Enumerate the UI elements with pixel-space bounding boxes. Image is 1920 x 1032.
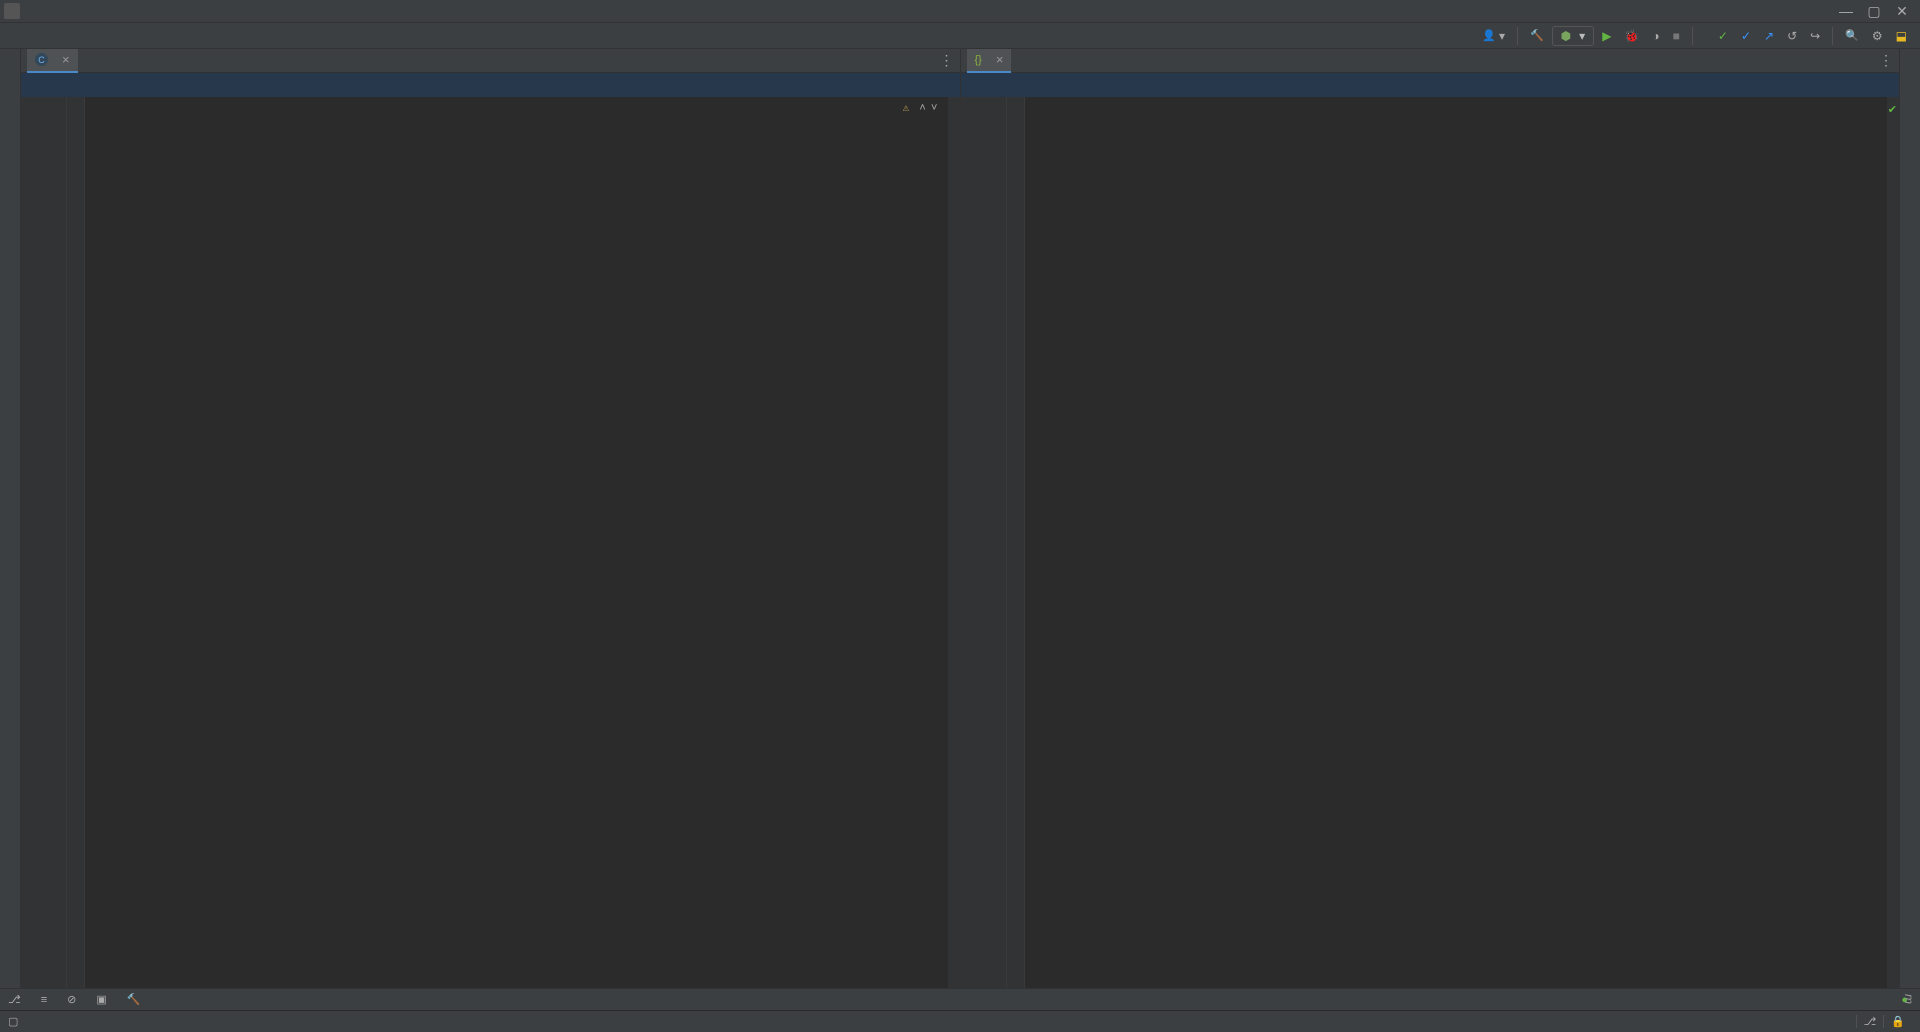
- coverage-button[interactable]: ◑: [1647, 27, 1664, 45]
- fold-gutter[interactable]: [67, 97, 85, 988]
- debug-button[interactable]: 🐞: [1619, 27, 1644, 45]
- json-file-icon: {}: [975, 54, 982, 66]
- left-tool-window-bar: [0, 49, 21, 988]
- app-logo-icon: [4, 3, 20, 19]
- tool-bookmarks[interactable]: [0, 972, 20, 988]
- tool-build[interactable]: 🔨: [127, 993, 145, 1006]
- avatar-menu-icon[interactable]: ▾: [1477, 27, 1510, 45]
- tool-pull-requests[interactable]: [0, 65, 20, 81]
- editor-pane-left: C × ⋮ ⚠ ˄: [21, 49, 961, 988]
- inspection-widget[interactable]: ⚠ ˄ ˅: [903, 101, 938, 118]
- code-area[interactable]: [1025, 97, 1888, 988]
- tab-close-icon[interactable]: ×: [996, 52, 1004, 67]
- git-update-icon[interactable]: ✓: [1713, 27, 1733, 45]
- bottom-tool-window-bar: ⎇ ≡ ⊘ ▣ 🔨 ●: [0, 988, 1920, 1010]
- error-stripe[interactable]: ✔: [1887, 97, 1899, 988]
- warning-icon: ⚠: [903, 101, 910, 118]
- safe-mode-banner: [21, 73, 960, 97]
- editor-tabs-right: {} × ⋮: [961, 49, 1900, 73]
- tab-testjson[interactable]: {} ×: [967, 49, 1012, 73]
- git-branch[interactable]: ⎇: [1856, 1015, 1884, 1028]
- editor-tabs-more-icon[interactable]: ⋮: [940, 52, 954, 69]
- next-highlight-icon[interactable]: ˅: [931, 101, 938, 118]
- java-class-icon: C: [35, 53, 48, 66]
- tool-problems[interactable]: ⊘: [67, 993, 80, 1006]
- settings-icon[interactable]: [1867, 27, 1888, 45]
- editor-tabs-more-icon[interactable]: ⋮: [1879, 52, 1893, 69]
- git-push-icon[interactable]: ↗: [1759, 27, 1779, 45]
- prev-highlight-icon[interactable]: ˄: [919, 101, 926, 118]
- line-number-gutter: [21, 97, 67, 988]
- error-stripe[interactable]: [948, 97, 960, 988]
- close-window-button[interactable]: ✕: [1888, 1, 1916, 21]
- git-label: [1700, 34, 1710, 38]
- git-rollback-icon[interactable]: ↪: [1805, 27, 1825, 45]
- run-config-selector[interactable]: ⬢ ▾: [1552, 26, 1595, 46]
- tool-git[interactable]: ⎇: [8, 993, 25, 1006]
- git-history-icon[interactable]: ↺: [1782, 27, 1802, 45]
- code-area[interactable]: ⚠ ˄ ˅: [85, 97, 948, 988]
- minimize-button[interactable]: —: [1832, 1, 1860, 21]
- tool-maven[interactable]: [1900, 49, 1904, 65]
- search-everywhere-icon[interactable]: [1840, 27, 1864, 44]
- tool-structure[interactable]: [0, 956, 20, 972]
- tool-terminal[interactable]: ▣: [96, 993, 110, 1006]
- no-problems-icon: ✔: [1888, 103, 1897, 116]
- fold-gutter[interactable]: [1007, 97, 1025, 988]
- git-commit-icon[interactable]: ✓: [1736, 27, 1756, 45]
- stop-button[interactable]: ■: [1668, 27, 1685, 45]
- code-editor[interactable]: ⚠ ˄ ˅: [21, 97, 960, 988]
- maximize-button[interactable]: ▢: [1860, 1, 1888, 21]
- run-button[interactable]: ▶: [1597, 27, 1616, 45]
- lock-icon[interactable]: 🔒: [1883, 1015, 1912, 1028]
- navigation-bar: ▾ ⬢ ▾ ▶ 🐞 ◑ ■ ✓ ✓ ↗ ↺ ↪ ⬓: [0, 23, 1920, 49]
- status-bar: ▢ ⎇ 🔒: [0, 1010, 1920, 1032]
- editor-pane-right: {} × ⋮ ✔: [961, 49, 1900, 988]
- safe-mode-banner: [961, 73, 1900, 97]
- build-button[interactable]: [1525, 27, 1549, 44]
- line-number-gutter: [961, 97, 1007, 988]
- tool-todo[interactable]: ≡: [41, 994, 51, 1006]
- tool-project[interactable]: [0, 49, 20, 65]
- toolwindow-quick-access-icon[interactable]: ▢: [8, 1015, 18, 1028]
- ide-status-icon[interactable]: ⬓: [1891, 27, 1912, 45]
- code-editor[interactable]: ✔: [961, 97, 1900, 988]
- tab-close-icon[interactable]: ×: [62, 52, 70, 67]
- tab-variabletestpojo[interactable]: C ×: [27, 49, 78, 73]
- main-toolbar: ▾ ⬢ ▾ ▶ 🐞 ◑ ■ ✓ ✓ ↗ ↺ ↪ ⬓: [1477, 26, 1912, 46]
- editor-tabs-left: C × ⋮: [21, 49, 960, 73]
- menubar: — ▢ ✕: [0, 0, 1920, 23]
- right-tool-window-bar: m: [1899, 49, 1920, 988]
